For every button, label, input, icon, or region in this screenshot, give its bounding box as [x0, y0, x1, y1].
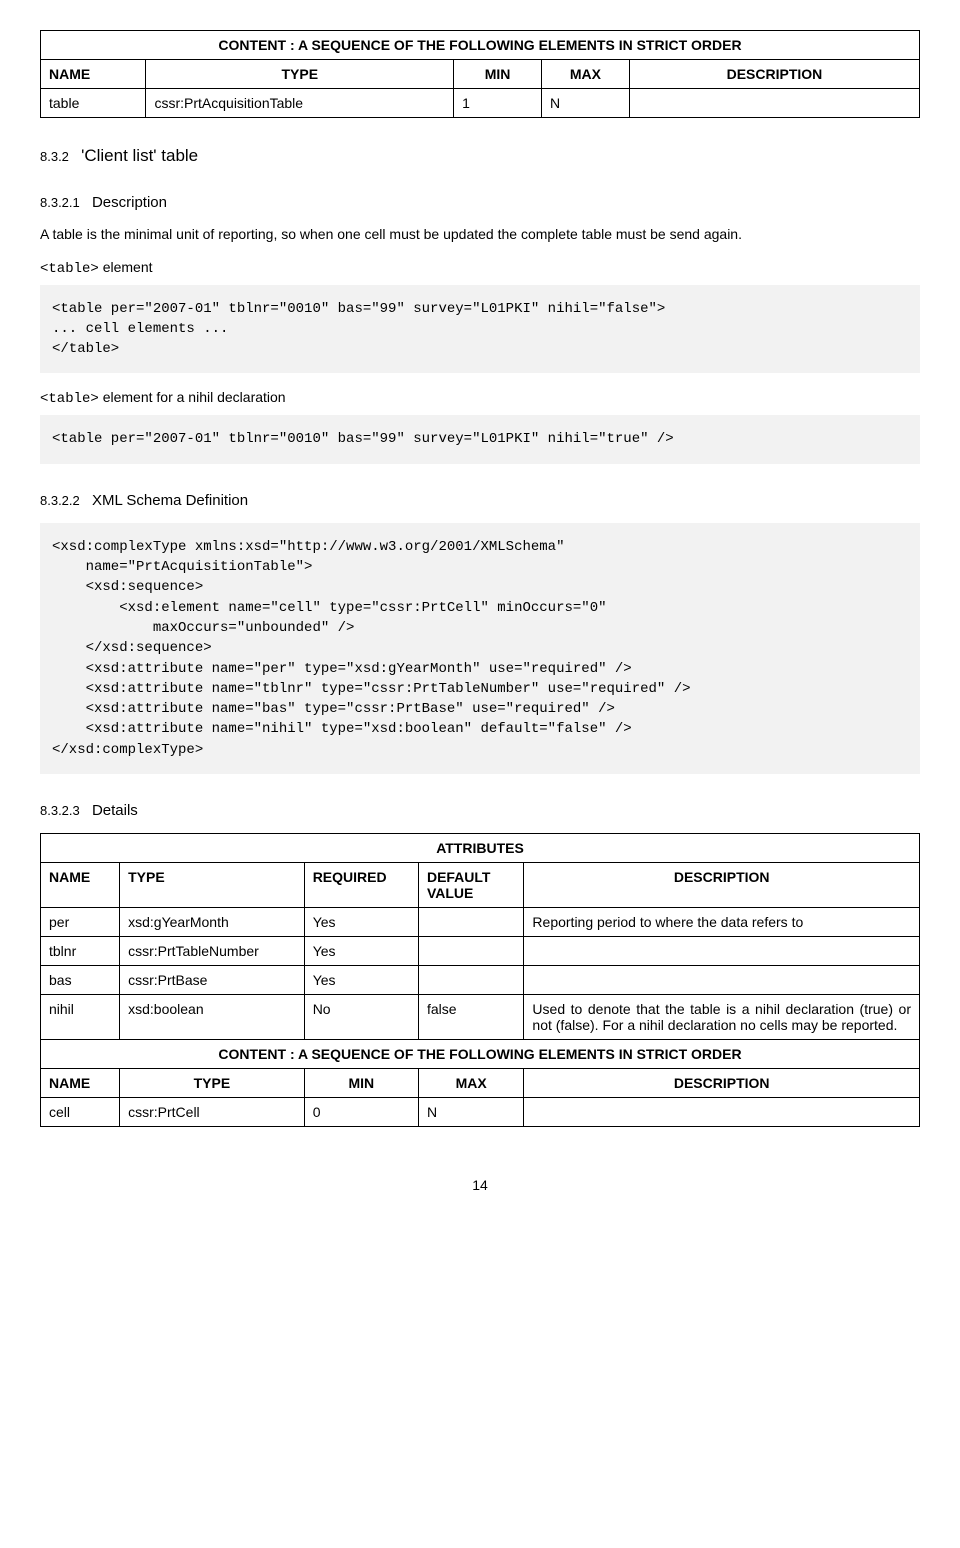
heading-832: 8.3.2 'Client list' table — [40, 146, 920, 166]
content-sequence-table-1: CONTENT : A SEQUENCE OF THE FOLLOWING EL… — [40, 30, 920, 118]
heading-8323-title: Details — [92, 802, 138, 819]
heading-8322-num: 8.3.2.2 — [40, 493, 80, 508]
cell-desc — [524, 966, 920, 995]
cell-required: Yes — [304, 937, 418, 966]
table1-r-min: 1 — [454, 89, 542, 118]
table2c-h-desc: DESCRIPTION — [524, 1069, 920, 1098]
table1-r-max: N — [542, 89, 630, 118]
table2c-h-max: MAX — [418, 1069, 523, 1098]
heading-8322: 8.3.2.2 XML Schema Definition — [40, 492, 920, 509]
cell-name: bas — [41, 966, 120, 995]
cell-desc: Reporting period to where the data refer… — [524, 908, 920, 937]
table2-h-type: TYPE — [120, 863, 305, 908]
table2c-h-name: NAME — [41, 1069, 120, 1098]
cell-name: per — [41, 908, 120, 937]
table1-r-desc — [629, 89, 919, 118]
cell-type: cssr:PrtCell — [120, 1098, 305, 1127]
table1-h-name: NAME — [41, 60, 146, 89]
table2c-h-type: TYPE — [120, 1069, 305, 1098]
cell-type: xsd:boolean — [120, 995, 305, 1040]
heading-832-num: 8.3.2 — [40, 149, 69, 164]
code-block-nihil: <table per="2007-01" tblnr="0010" bas="9… — [40, 415, 920, 463]
heading-8321-num: 8.3.2.1 — [40, 195, 80, 210]
table2-content-title: CONTENT : A SEQUENCE OF THE FOLLOWING EL… — [41, 1040, 920, 1069]
cell-default: false — [418, 995, 523, 1040]
cell-name: nihil — [41, 995, 120, 1040]
cell-required: No — [304, 995, 418, 1040]
attributes-table: ATTRIBUTES NAME TYPE REQUIRED DEFAULT VA… — [40, 833, 920, 1127]
cell-desc — [524, 1098, 920, 1127]
table2-h-name: NAME — [41, 863, 120, 908]
label-nihil-code: <table> — [40, 391, 99, 407]
cell-required: Yes — [304, 908, 418, 937]
table-row: bas cssr:PrtBase Yes — [41, 966, 920, 995]
table2c-h-min: MIN — [304, 1069, 418, 1098]
cell-desc: Used to denote that the table is a nihil… — [524, 995, 920, 1040]
heading-8322-title: XML Schema Definition — [92, 492, 248, 509]
table1-r-type: cssr:PrtAcquisitionTable — [146, 89, 454, 118]
label-table-element-text: element — [99, 259, 153, 275]
table1-h-desc: DESCRIPTION — [629, 60, 919, 89]
page-number: 14 — [40, 1177, 920, 1193]
cell-desc — [524, 937, 920, 966]
cell-name: cell — [41, 1098, 120, 1127]
table-row: per xsd:gYearMonth Yes Reporting period … — [41, 908, 920, 937]
cell-type: cssr:PrtTableNumber — [120, 937, 305, 966]
table-row: cell cssr:PrtCell 0 N — [41, 1098, 920, 1127]
label-nihil-element: <table> element for a nihil declaration — [40, 389, 920, 407]
table2-attrs-title: ATTRIBUTES — [41, 834, 920, 863]
cell-required: Yes — [304, 966, 418, 995]
heading-8321-title: Description — [92, 194, 167, 211]
code-block-xsd: <xsd:complexType xmlns:xsd="http://www.w… — [40, 523, 920, 774]
cell-max: N — [418, 1098, 523, 1127]
cell-name: tblnr — [41, 937, 120, 966]
heading-8321: 8.3.2.1 Description — [40, 194, 920, 211]
table1-h-type: TYPE — [146, 60, 454, 89]
label-table-element: <table> element — [40, 259, 920, 277]
table2-h-default: DEFAULT VALUE — [418, 863, 523, 908]
table2-h-desc: DESCRIPTION — [524, 863, 920, 908]
cell-default — [418, 908, 523, 937]
cell-default — [418, 966, 523, 995]
label-nihil-text: element for a nihil declaration — [99, 389, 286, 405]
cell-default — [418, 937, 523, 966]
table-row: tblnr cssr:PrtTableNumber Yes — [41, 937, 920, 966]
table2-h-required: REQUIRED — [304, 863, 418, 908]
cell-min: 0 — [304, 1098, 418, 1127]
table-row: nihil xsd:boolean No false Used to denot… — [41, 995, 920, 1040]
paragraph-description: A table is the minimal unit of reporting… — [40, 225, 920, 245]
code-block-table-element: <table per="2007-01" tblnr="0010" bas="9… — [40, 285, 920, 374]
cell-type: xsd:gYearMonth — [120, 908, 305, 937]
label-table-element-code: <table> — [40, 261, 99, 277]
heading-8323: 8.3.2.3 Details — [40, 802, 920, 819]
cell-type: cssr:PrtBase — [120, 966, 305, 995]
heading-8323-num: 8.3.2.3 — [40, 803, 80, 818]
table1-h-max: MAX — [542, 60, 630, 89]
table1-h-min: MIN — [454, 60, 542, 89]
table-row: table cssr:PrtAcquisitionTable 1 N — [41, 89, 920, 118]
heading-832-title: 'Client list' table — [81, 146, 198, 165]
table1-r-name: table — [41, 89, 146, 118]
table1-title: CONTENT : A SEQUENCE OF THE FOLLOWING EL… — [41, 31, 920, 60]
